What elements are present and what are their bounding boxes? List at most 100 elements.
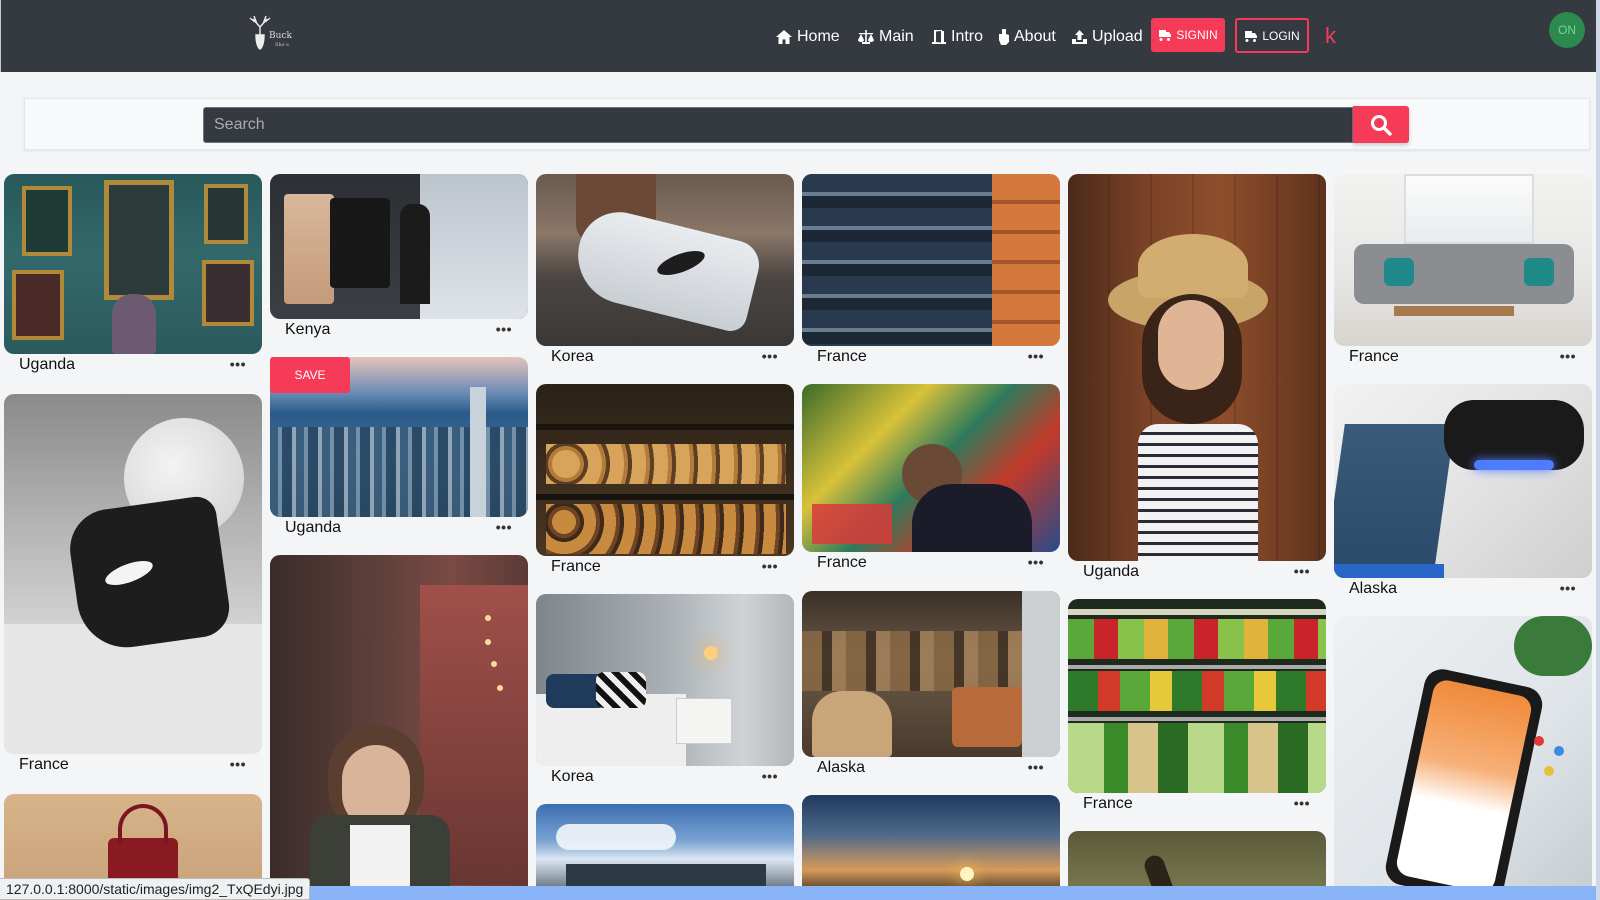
card-caption: Korea ••• [536,766,794,790]
nav-home-label: Home [797,28,840,45]
card-location-label: France [817,554,867,571]
more-options-icon[interactable]: ••• [762,558,778,574]
truck-icon [1245,30,1258,42]
card-location-label: Korea [551,768,594,785]
card-location-label: Uganda [285,519,342,536]
gallery-card[interactable]: Alaska ••• [802,591,1060,781]
more-options-icon[interactable]: ••• [1294,795,1310,811]
gallery-image[interactable] [536,804,794,896]
gallery-card[interactable]: Uganda ••• [4,174,262,378]
navbar: Buck Sho s Home Main Intro About Upload … [0,0,1596,72]
gallery-image[interactable] [1334,616,1592,896]
card-caption: Uganda ••• [1068,561,1326,585]
card-caption: France ••• [1334,346,1592,370]
save-button[interactable]: SAVE [270,357,350,393]
more-options-icon[interactable]: ••• [1028,759,1044,775]
card-caption: France ••• [1068,793,1326,817]
card-location-label: Alaska [1349,580,1398,597]
balance-scale-icon [858,30,874,44]
gallery-image[interactable] [1068,599,1326,793]
gallery-card[interactable]: France ••• [802,174,1060,370]
more-options-icon[interactable]: ••• [496,321,512,337]
gallery-card[interactable]: Korea ••• [536,174,794,370]
more-options-icon[interactable]: ••• [496,519,512,535]
nav-intro[interactable]: Intro [931,26,983,48]
more-options-icon[interactable]: ••• [762,768,778,784]
upload-icon [1072,30,1087,44]
gallery-image[interactable] [802,591,1060,757]
gallery-card[interactable]: France ••• [4,394,262,778]
card-caption: France ••• [536,556,794,580]
signin-button[interactable]: SIGNIN [1151,18,1225,52]
card-caption: France ••• [4,754,262,778]
gallery-image[interactable] [1068,174,1326,561]
gallery-card[interactable]: Korea ••• [536,594,794,790]
more-options-icon[interactable]: ••• [230,756,246,772]
gallery-image[interactable] [536,384,794,556]
gallery-image[interactable] [270,174,528,319]
gallery-card[interactable]: France ••• [1334,174,1592,370]
gallery-image[interactable] [4,174,262,354]
search-input[interactable] [203,107,1353,143]
gallery-card[interactable]: Kenya ••• [270,174,528,343]
gallery-image[interactable] [802,795,1060,895]
avatar[interactable]: ON [1549,12,1585,48]
hand-pointer-icon [999,29,1009,45]
scrollbar[interactable] [1596,0,1600,900]
gallery-card[interactable]: France ••• [536,384,794,580]
card-caption: France ••• [802,346,1060,370]
nav-main[interactable]: Main [857,26,914,48]
gallery-image[interactable] [536,594,794,766]
nav-home[interactable]: Home [775,26,840,48]
card-location-label: Korea [551,348,594,365]
brand-logo[interactable]: Buck Sho s [245,13,301,53]
gallery-card[interactable]: Alaska ••• [1334,384,1592,602]
gallery-card[interactable] [802,795,1060,895]
card-location-label: Uganda [1083,563,1140,580]
gallery-card[interactable]: Uganda ••• [1068,174,1326,585]
more-options-icon[interactable]: ••• [1560,348,1576,364]
gallery-card[interactable] [270,555,528,895]
login-label: LOGIN [1262,28,1300,43]
card-location-label: Uganda [19,356,76,373]
card-caption: Korea ••• [536,346,794,370]
gallery-image[interactable] [802,174,1060,346]
more-options-icon[interactable]: ••• [230,356,246,372]
k-link[interactable]: k [1325,23,1336,49]
card-location-label: Kenya [285,321,331,338]
gallery-image[interactable] [1334,384,1592,578]
gallery-card[interactable]: France ••• [802,384,1060,576]
card-location-label: France [551,558,601,575]
gallery-image[interactable] [802,384,1060,552]
card-caption: Alaska ••• [1334,578,1592,602]
gallery-image[interactable] [270,555,528,895]
card-location-label: France [19,756,69,773]
home-icon [776,30,792,44]
gallery-image[interactable] [536,174,794,346]
login-button[interactable]: LOGIN [1235,18,1309,53]
gallery-card[interactable] [1334,616,1592,896]
signin-label: SIGNIN [1176,28,1218,42]
search-icon [1371,114,1392,136]
gallery-card[interactable] [536,804,794,896]
gallery-image[interactable] [1334,174,1592,346]
card-caption: Alaska ••• [802,757,1060,781]
door-open-icon [932,30,946,44]
card-caption: Kenya ••• [270,319,528,343]
more-options-icon[interactable]: ••• [1560,580,1576,596]
nav-about[interactable]: About [998,26,1056,48]
nav-upload[interactable]: Upload [1071,26,1143,48]
more-options-icon[interactable]: ••• [1028,554,1044,570]
card-location-label: Alaska [817,759,866,776]
more-options-icon[interactable]: ••• [1294,563,1310,579]
card-location-label: France [817,348,867,365]
card-caption: France ••• [802,552,1060,576]
more-options-icon[interactable]: ••• [1028,348,1044,364]
nav-upload-label: Upload [1092,28,1143,45]
more-options-icon[interactable]: ••• [762,348,778,364]
card-location-label: France [1083,795,1133,812]
gallery-card[interactable]: France ••• [1068,599,1326,817]
search-button[interactable] [1353,106,1409,143]
card-caption: Uganda ••• [4,354,262,378]
gallery-image[interactable] [4,394,262,754]
